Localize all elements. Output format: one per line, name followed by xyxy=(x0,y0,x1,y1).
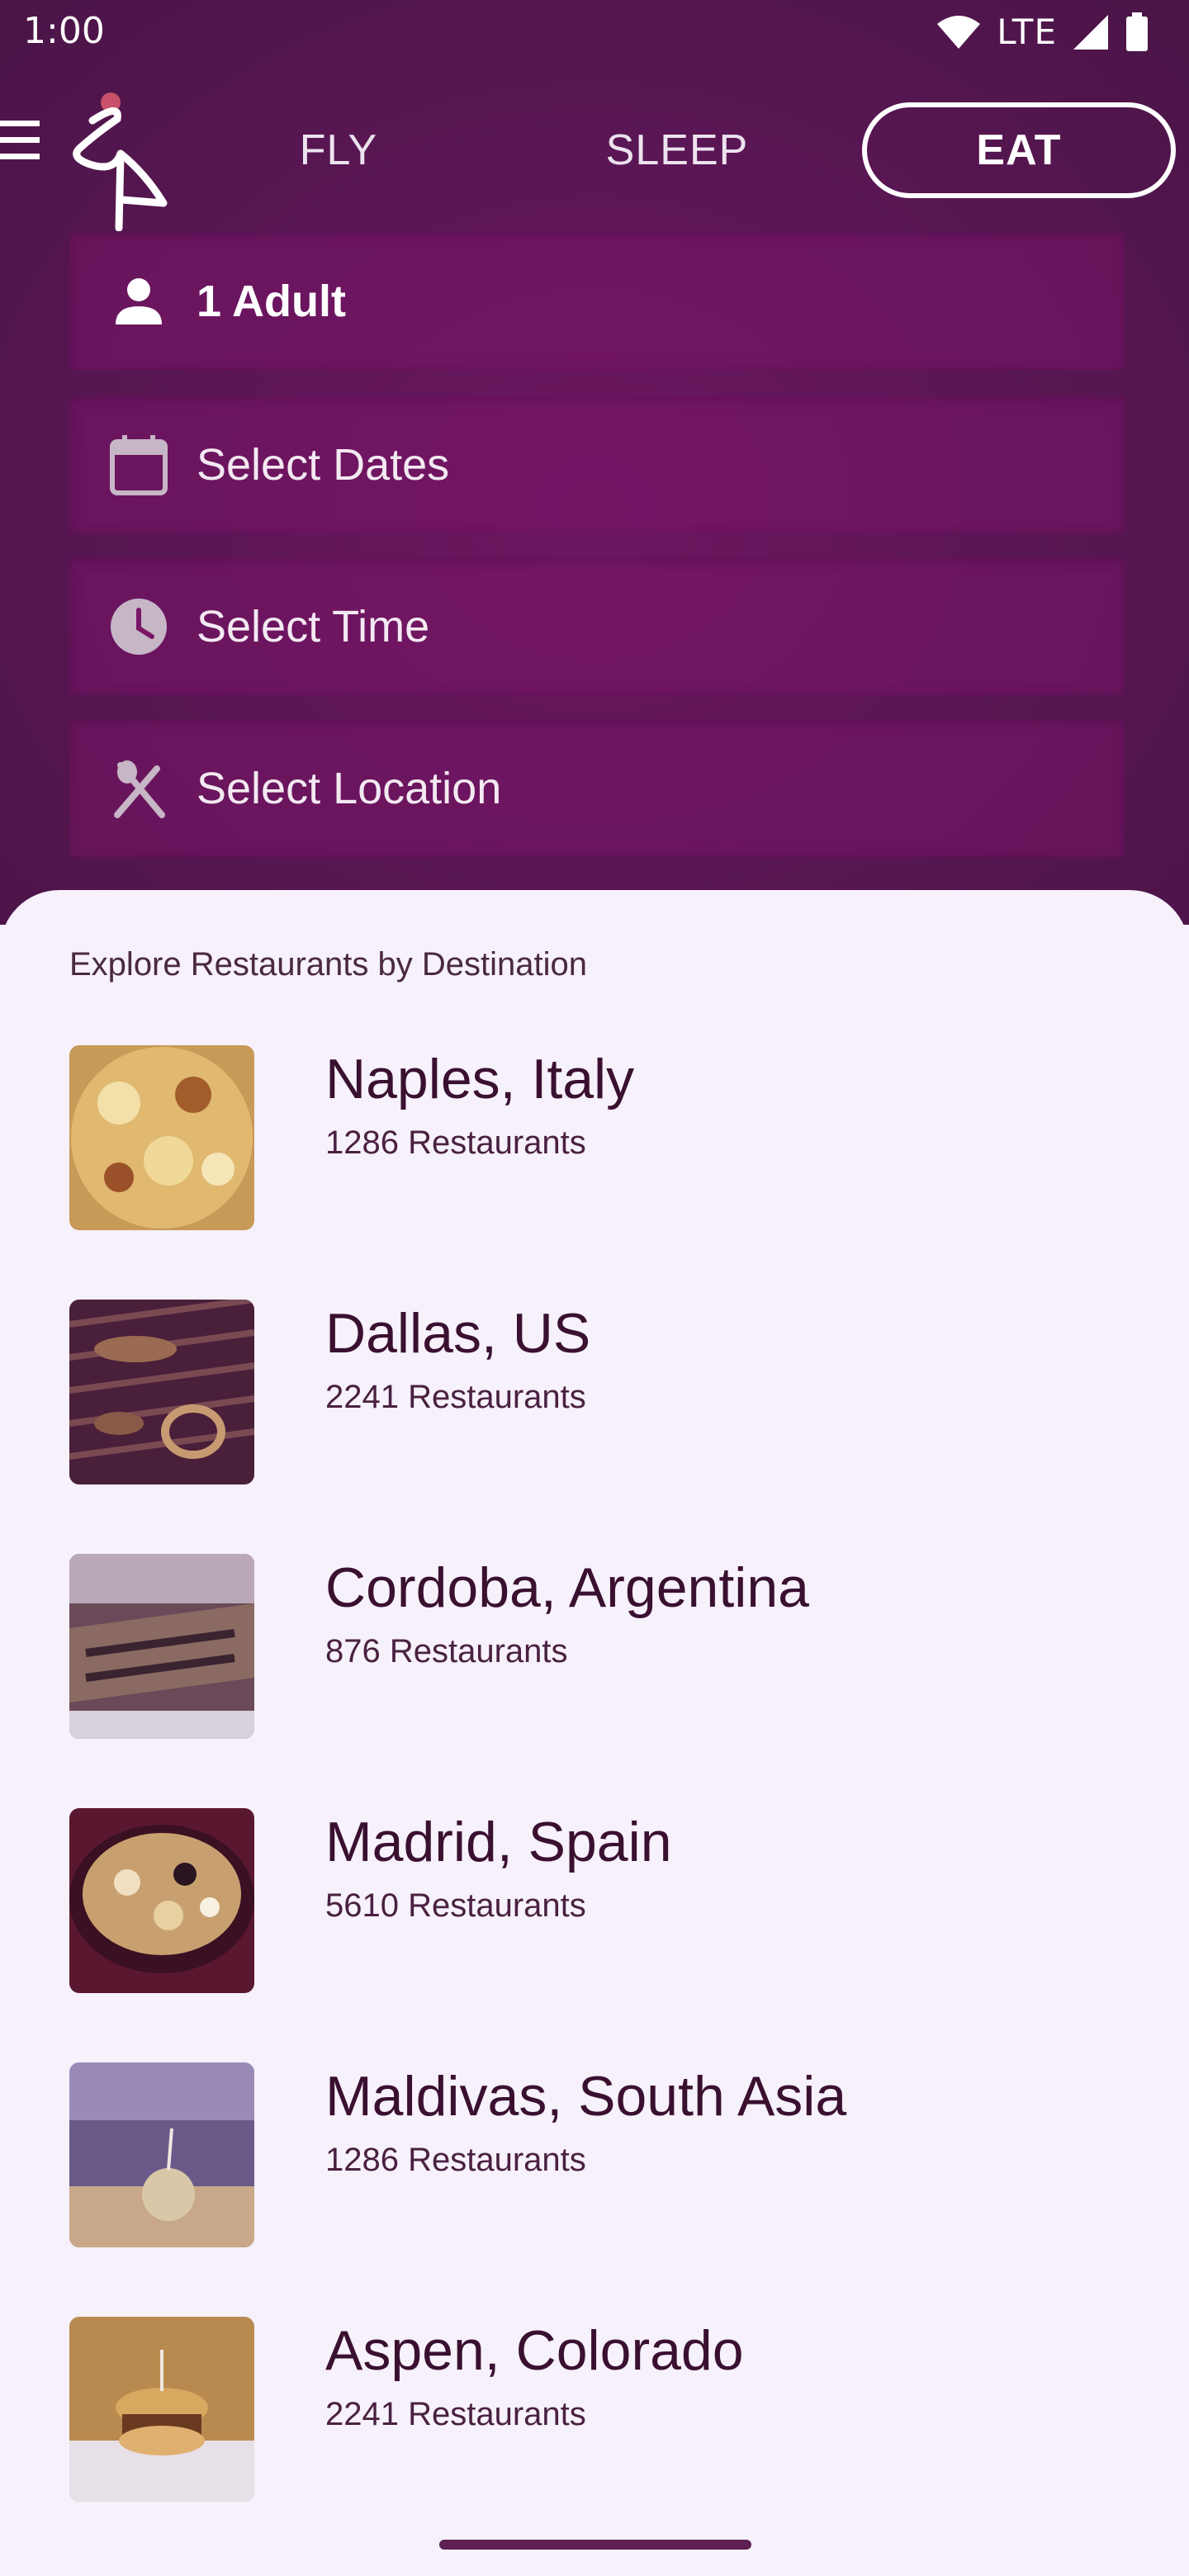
destination-count: 2241 Restaurants xyxy=(325,2396,586,2432)
person-icon xyxy=(116,278,162,324)
home-indicator[interactable] xyxy=(439,2540,751,2550)
destination-image xyxy=(69,1554,254,1739)
destination-image xyxy=(69,1045,254,1230)
destination-image xyxy=(69,1300,254,1485)
clock-icon xyxy=(111,599,167,655)
time-field[interactable]: Select Time xyxy=(69,558,1125,695)
menu-icon[interactable] xyxy=(0,116,43,165)
destination-image xyxy=(69,1808,254,1993)
dates-label: Select Dates xyxy=(197,440,450,490)
destination-count: 2241 Restaurants xyxy=(325,1379,586,1415)
location-field[interactable]: Select Location xyxy=(69,720,1125,857)
destination-name: Maldivas, South Asia xyxy=(325,2065,847,2128)
tab-fly[interactable]: FLY xyxy=(272,102,405,198)
destination-item-madrid[interactable]: Madrid, Spain 5610 Restaurants xyxy=(69,1808,1126,1998)
network-type: LTE xyxy=(997,12,1057,52)
destination-item-aspen[interactable]: Aspen, Colorado 2241 Restaurants xyxy=(69,2317,1126,2507)
destination-item-maldivas[interactable]: Maldivas, South Asia 1286 Restaurants xyxy=(69,2062,1126,2252)
destination-name: Aspen, Colorado xyxy=(325,2319,744,2382)
status-bar: 1:00 LTE xyxy=(0,0,1189,74)
destination-item-naples[interactable]: Naples, Italy 1286 Restaurants xyxy=(69,1045,1126,1235)
tab-eat[interactable]: EAT xyxy=(862,102,1176,198)
explore-title: Explore Restaurants by Destination xyxy=(69,946,587,983)
restaurant-icon xyxy=(114,760,165,818)
destination-name: Naples, Italy xyxy=(325,1048,635,1110)
destination-name: Cordoba, Argentina xyxy=(325,1556,809,1619)
destination-image xyxy=(69,2062,254,2247)
app-logo xyxy=(73,92,168,231)
destination-count: 1286 Restaurants xyxy=(325,2142,586,2178)
calendar-icon xyxy=(110,435,168,495)
destination-name: Madrid, Spain xyxy=(325,1811,672,1873)
destination-item-dallas[interactable]: Dallas, US 2241 Restaurants xyxy=(69,1300,1126,1489)
destination-item-cordoba[interactable]: Cordoba, Argentina 876 Restaurants xyxy=(69,1554,1126,1744)
top-nav: FLY SLEEP EAT xyxy=(0,91,1189,231)
wifi-icon xyxy=(937,15,981,49)
status-time: 1:00 xyxy=(23,10,105,52)
destination-count: 1286 Restaurants xyxy=(325,1125,586,1161)
tab-sleep[interactable]: SLEEP xyxy=(578,102,776,198)
signal-icon xyxy=(1073,14,1108,50)
explore-sheet[interactable]: Explore Restaurants by Destination Naple… xyxy=(0,890,1189,2576)
battery-icon xyxy=(1126,12,1148,51)
location-label: Select Location xyxy=(197,764,502,813)
travelers-label: 1 Adult xyxy=(197,277,346,326)
destination-image xyxy=(69,2317,254,2502)
travelers-field[interactable]: 1 Adult xyxy=(69,233,1125,370)
dates-field[interactable]: Select Dates xyxy=(69,396,1125,533)
destination-count: 876 Restaurants xyxy=(325,1633,568,1669)
destination-name: Dallas, US xyxy=(325,1302,591,1365)
destination-count: 5610 Restaurants xyxy=(325,1887,586,1924)
status-icons: LTE xyxy=(936,12,1149,52)
time-label: Select Time xyxy=(197,602,430,651)
